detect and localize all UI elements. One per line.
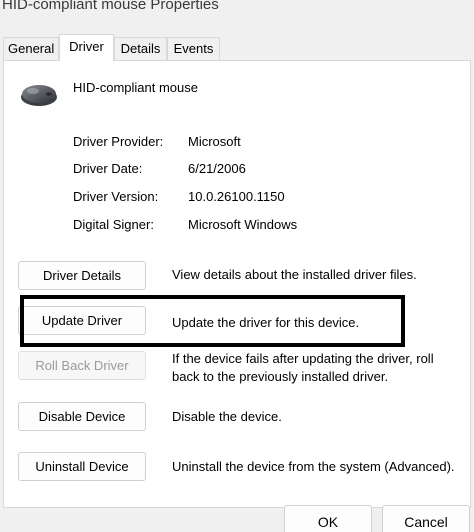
driver-details-button[interactable]: Driver Details bbox=[18, 261, 146, 290]
update-driver-description: Update the driver for this device. bbox=[172, 315, 360, 330]
uninstall-device-description: Uninstall the device from the system (Ad… bbox=[172, 459, 455, 474]
cancel-button[interactable]: Cancel bbox=[382, 505, 470, 532]
driver-version-value: 10.0.26100.1150 bbox=[188, 189, 285, 204]
tab-bar: General Driver Details Events bbox=[0, 33, 474, 61]
window-title: HID-compliant mouse Properties bbox=[2, 0, 219, 13]
uninstall-device-button[interactable]: Uninstall Device bbox=[18, 452, 146, 481]
tab-events[interactable]: Events bbox=[167, 37, 220, 60]
driver-provider-value: Microsoft bbox=[188, 134, 241, 149]
properties-window: HID-compliant mouse Properties General D… bbox=[0, 0, 474, 532]
tab-general[interactable]: General bbox=[3, 37, 59, 60]
device-name: HID-compliant mouse bbox=[73, 80, 198, 95]
mouse-icon bbox=[21, 85, 57, 106]
roll-back-driver-button[interactable]: Roll Back Driver bbox=[18, 351, 146, 380]
tab-details[interactable]: Details bbox=[114, 37, 167, 60]
disable-device-button[interactable]: Disable Device bbox=[18, 402, 146, 431]
driver-details-description: View details about the installed driver … bbox=[172, 267, 417, 282]
ok-button[interactable]: OK bbox=[284, 505, 372, 532]
driver-date-label: Driver Date: bbox=[73, 161, 143, 176]
tab-driver[interactable]: Driver bbox=[59, 34, 114, 61]
digital-signer-value: Microsoft Windows bbox=[188, 217, 298, 232]
disable-device-description: Disable the device. bbox=[172, 409, 282, 424]
driver-version-label: Driver Version: bbox=[73, 189, 159, 204]
roll-back-driver-description: If the device fails after updating the d… bbox=[172, 351, 434, 384]
digital-signer-label: Digital Signer: bbox=[73, 217, 154, 232]
driver-date-value: 6/21/2006 bbox=[188, 161, 246, 176]
update-driver-button[interactable]: Update Driver bbox=[18, 306, 146, 335]
driver-provider-label: Driver Provider: bbox=[73, 134, 164, 149]
